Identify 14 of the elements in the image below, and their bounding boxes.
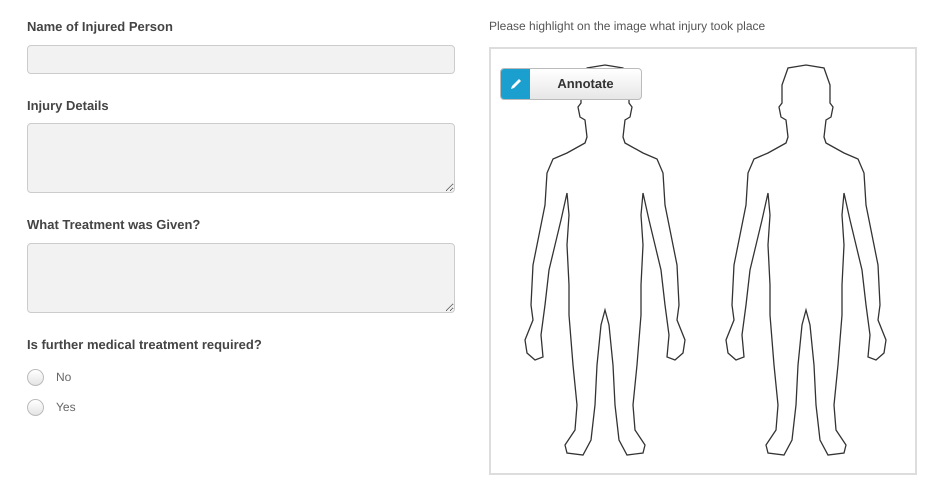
- radio-label: Yes: [56, 399, 76, 416]
- text-area[interactable]: [27, 123, 455, 193]
- field-label: What Treatment was Given?: [27, 216, 202, 234]
- radio-button[interactable]: [27, 398, 44, 416]
- field-label: Injury Details: [27, 96, 110, 115]
- text-field[interactable]: [27, 44, 455, 74]
- question-label: Is further medical treatment required?: [27, 336, 263, 354]
- radio-label: No: [56, 369, 72, 386]
- field-label: Name of Injured Person: [27, 18, 174, 36]
- text-area[interactable]: [27, 242, 455, 312]
- pencil-icon: [501, 69, 530, 99]
- image-prompt: Please highlight on the image what injury took place: [489, 18, 766, 35]
- annotate-button[interactable]: Annotate: [500, 68, 642, 100]
- radio-button[interactable]: [27, 368, 44, 386]
